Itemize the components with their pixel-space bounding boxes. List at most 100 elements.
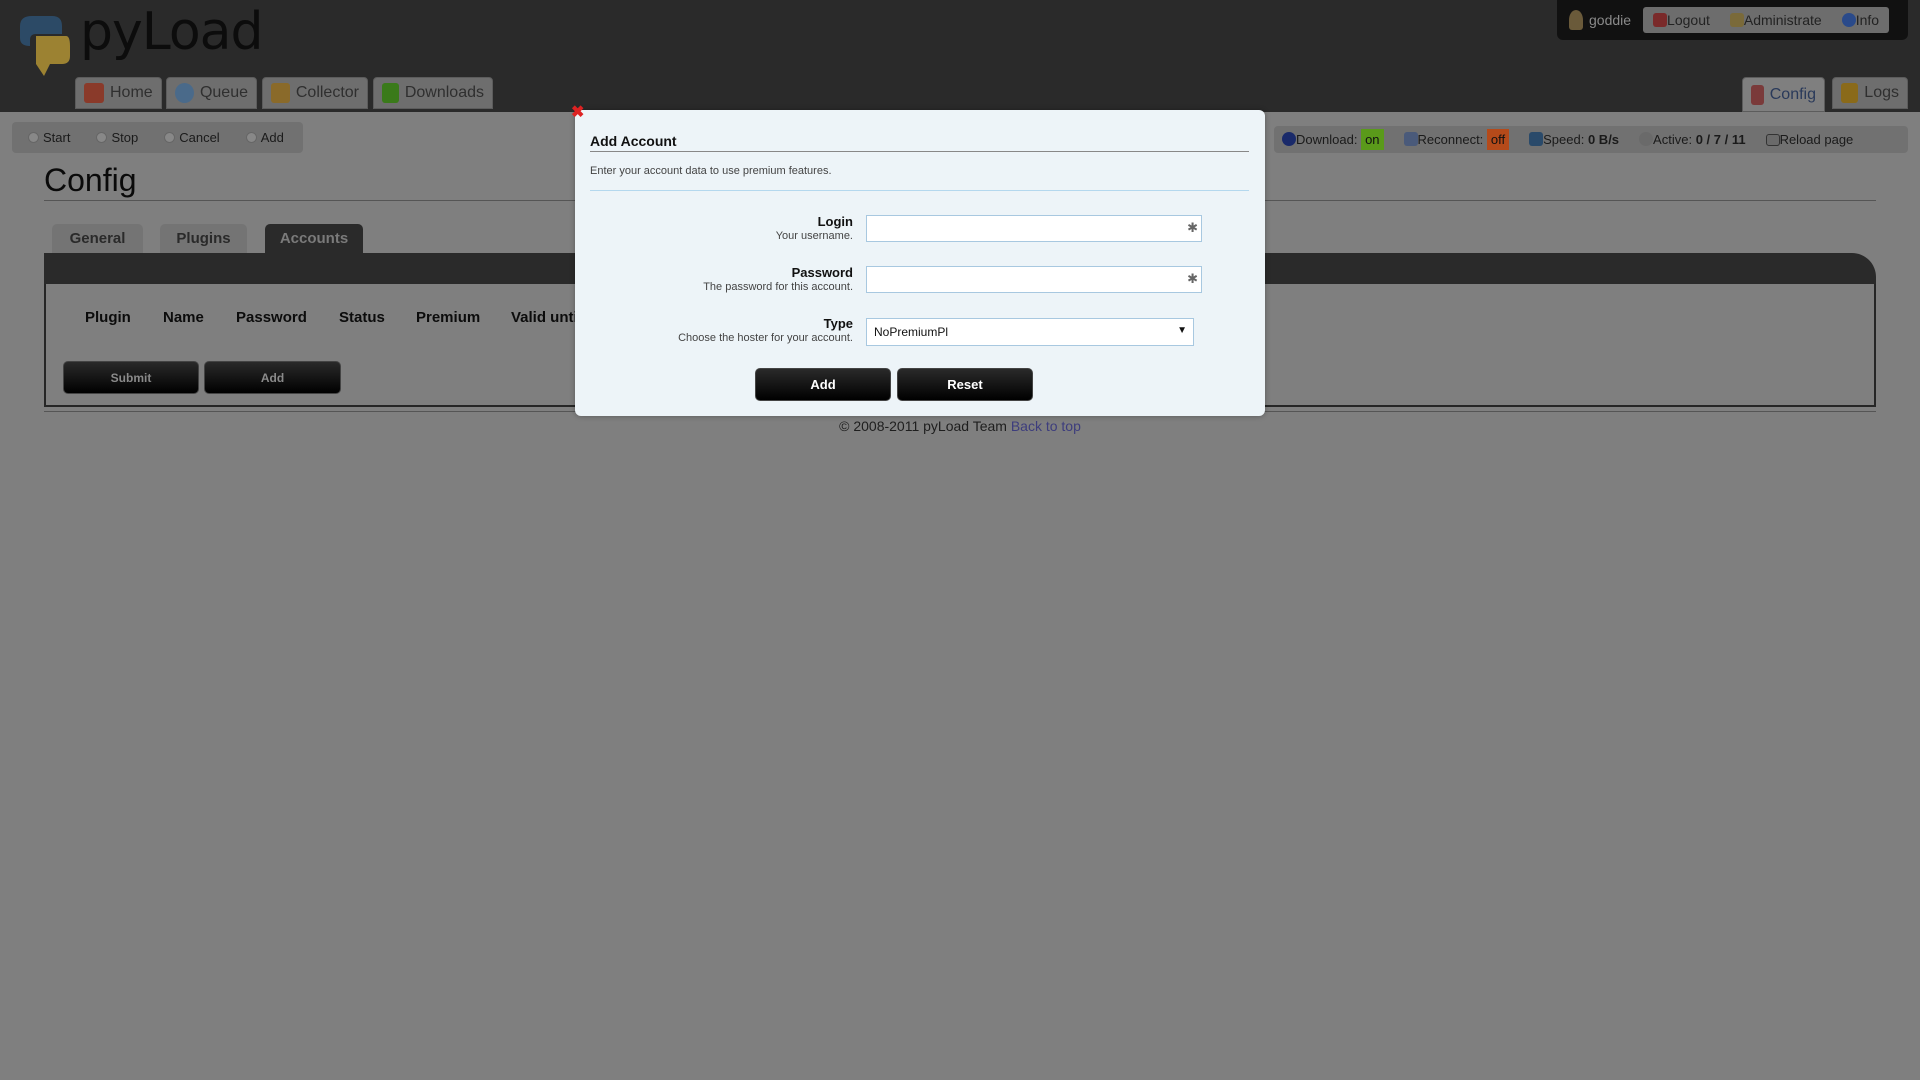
tab-accounts[interactable]: Accounts xyxy=(265,224,363,253)
nav-queue[interactable]: Queue xyxy=(166,77,257,109)
divider xyxy=(590,190,1249,191)
nav-label: Downloads xyxy=(404,84,484,101)
toolbar: Start Stop Cancel Add xyxy=(12,122,303,153)
plus-icon xyxy=(245,132,257,143)
add-button[interactable]: Add xyxy=(245,130,284,145)
column-header: Premium xyxy=(416,309,481,326)
tools-icon xyxy=(1751,84,1764,105)
speed-label: Speed: xyxy=(1543,132,1585,147)
stop-button[interactable]: Stop xyxy=(96,130,138,145)
nav-logs[interactable]: Logs xyxy=(1832,77,1908,109)
pyload-logo-icon xyxy=(20,16,70,76)
info-icon xyxy=(1841,13,1856,27)
start-label: Start xyxy=(43,130,71,145)
nav-home[interactable]: Home xyxy=(75,77,162,109)
key-icon: ✱ xyxy=(1187,220,1198,235)
admin-icon xyxy=(1729,13,1744,27)
reconnect-status-badge: off xyxy=(1486,129,1510,150)
dialog-title: Add Account xyxy=(590,133,677,149)
info-label: Info xyxy=(1855,12,1880,28)
administrate-link[interactable]: Administrate xyxy=(1729,12,1822,28)
type-selected-value: NoPremiumPl xyxy=(874,325,949,339)
user-icon xyxy=(1569,10,1583,30)
divider xyxy=(590,151,1249,152)
chevron-down-icon: ▼ xyxy=(1177,325,1187,336)
password-hint: The password for this account. xyxy=(703,281,853,293)
type-label: Type xyxy=(823,316,853,331)
nav-downloads[interactable]: Downloads xyxy=(373,77,493,109)
reload-page-link[interactable]: Reload page xyxy=(1765,132,1854,147)
dialog-add-button[interactable]: Add xyxy=(755,368,891,401)
stop-label: Stop xyxy=(111,130,139,145)
clock-icon xyxy=(175,83,194,103)
cancel-icon xyxy=(164,132,176,143)
reload-icon xyxy=(1765,134,1780,146)
home-icon xyxy=(84,83,104,103)
speed-value: 0 B/s xyxy=(1587,132,1620,147)
dialog-reset-button[interactable]: Reset xyxy=(897,368,1033,401)
status-bar: Download: on Reconnect: off Speed: 0 B/s… xyxy=(1274,126,1908,153)
add-label: Add xyxy=(260,130,284,145)
nav-label: Home xyxy=(110,84,153,101)
nav-config[interactable]: Config xyxy=(1742,77,1825,112)
type-select[interactable]: NoPremiumPl ▼ xyxy=(866,318,1194,346)
package-add-icon xyxy=(271,83,290,103)
nav-collector[interactable]: Collector xyxy=(262,77,368,109)
footer: © 2008-2011 pyLoad Team Back to top xyxy=(0,418,1920,434)
column-header: Status xyxy=(339,309,385,326)
password-input[interactable]: ✱ xyxy=(866,266,1202,293)
page-title: Config xyxy=(44,162,137,198)
logo-text: pyLoad xyxy=(80,2,264,62)
user-menu: Logout Administrate Info xyxy=(1643,7,1890,33)
user-box: goddie Logout Administrate Info xyxy=(1557,0,1908,40)
play-icon xyxy=(28,132,39,143)
download-label: Download: xyxy=(1296,132,1358,147)
login-label: Login xyxy=(817,214,853,229)
back-to-top-link[interactable]: Back to top xyxy=(1011,418,1081,434)
speed: Speed: 0 B/s xyxy=(1529,132,1619,147)
reconnect-toggle[interactable]: Reconnect: off xyxy=(1403,129,1510,150)
nav-label: Queue xyxy=(199,84,248,101)
reconnect-icon xyxy=(1403,132,1418,146)
column-header: Password xyxy=(236,309,307,326)
logout-label: Logout xyxy=(1667,12,1710,28)
cancel-button[interactable]: Cancel xyxy=(164,130,220,145)
stop-icon xyxy=(96,132,108,143)
submit-button[interactable]: Submit xyxy=(63,361,199,394)
tab-general[interactable]: General xyxy=(52,224,143,253)
administrate-label: Administrate xyxy=(1743,12,1822,28)
active-value: 0 / 7 / 11 xyxy=(1695,132,1746,147)
username: goddie xyxy=(1589,12,1632,28)
key-icon: ✱ xyxy=(1187,271,1198,286)
logout-icon xyxy=(1653,13,1668,27)
logs-icon xyxy=(1841,83,1859,103)
type-hint: Choose the hoster for your account. xyxy=(678,332,853,344)
cancel-label: Cancel xyxy=(179,130,220,145)
speed-icon xyxy=(1529,132,1544,146)
tab-plugins[interactable]: Plugins xyxy=(160,224,247,253)
gear-icon xyxy=(1639,132,1654,146)
reconnect-label: Reconnect: xyxy=(1417,132,1484,147)
login-input[interactable]: ✱ xyxy=(866,215,1202,242)
logout-link[interactable]: Logout xyxy=(1653,12,1710,28)
dialog-description: Enter your account data to use premium f… xyxy=(590,165,832,177)
column-header: Name xyxy=(163,309,204,326)
active: Active: 0 / 7 / 11 xyxy=(1639,132,1746,147)
column-header: Plugin xyxy=(85,309,131,326)
info-link[interactable]: Info xyxy=(1841,12,1880,28)
download-arrow-icon xyxy=(382,83,399,103)
nav-label: Collector xyxy=(295,84,359,101)
nav-label: Logs xyxy=(1864,84,1899,101)
reload-label: Reload page xyxy=(1779,132,1854,147)
active-label: Active: xyxy=(1653,132,1693,147)
nav-label: Config xyxy=(1769,85,1816,103)
add-account-button[interactable]: Add xyxy=(204,361,341,394)
download-status-badge: on xyxy=(1361,129,1384,150)
download-toggle[interactable]: Download: on xyxy=(1282,129,1384,150)
password-label: Password xyxy=(791,265,853,280)
start-button[interactable]: Start xyxy=(28,130,70,145)
close-icon[interactable]: ✖ xyxy=(571,105,585,121)
login-hint: Your username. xyxy=(775,230,853,242)
clock-icon xyxy=(1282,132,1296,146)
copyright: © 2008-2011 pyLoad Team xyxy=(839,418,1007,434)
